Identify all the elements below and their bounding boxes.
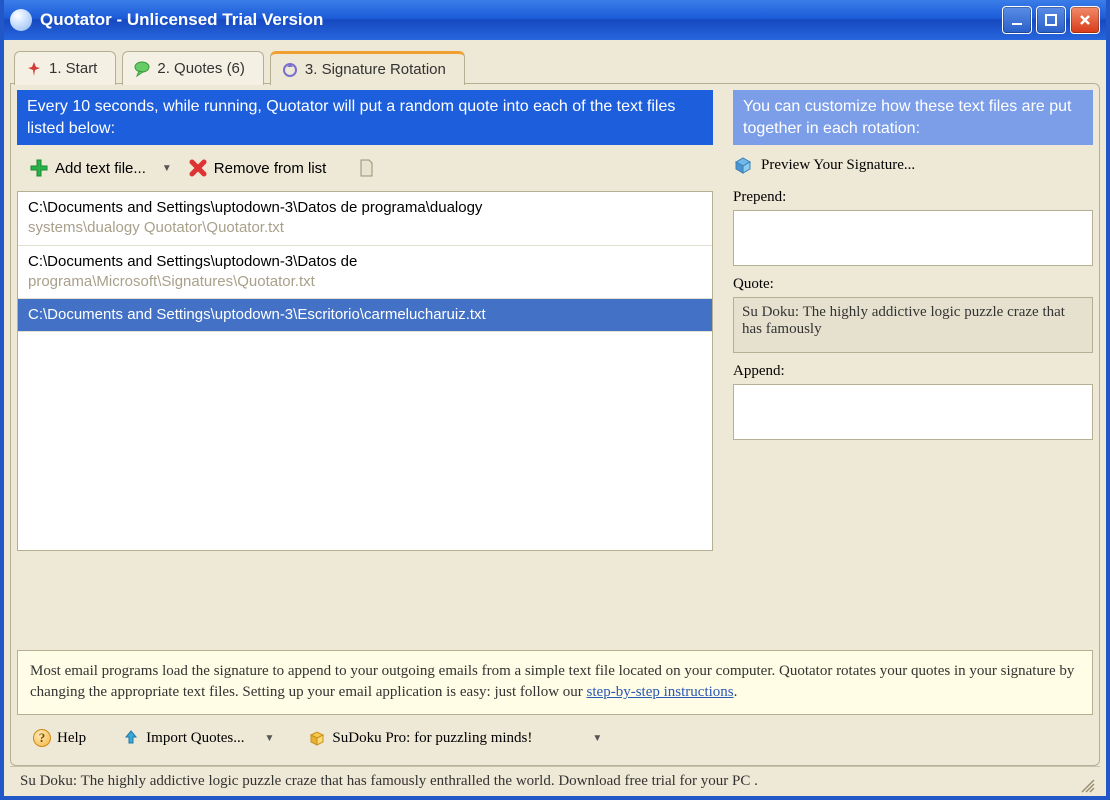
window-controls	[1002, 6, 1100, 34]
tab-start[interactable]: 1. Start	[14, 51, 116, 85]
quote-label: Quote:	[733, 276, 1093, 293]
add-text-file-button[interactable]: Add text file...	[23, 155, 152, 181]
resize-grip[interactable]	[1080, 778, 1096, 794]
tab-label: 2. Quotes (6)	[157, 60, 245, 77]
help-icon: ?	[33, 729, 51, 747]
file-path-line2: programa\Microsoft\Signatures\Quotator.t…	[28, 272, 702, 292]
file-path-line1: C:\Documents and Settings\uptodown-3\Esc…	[28, 305, 702, 325]
window-title: Quotator - Unlicensed Trial Version	[40, 10, 323, 30]
import-quotes-button[interactable]: Import Quotes...	[116, 727, 250, 749]
client-area: 1. Start 2. Quotes (6) 3. Signature Rota…	[4, 40, 1106, 796]
help-button[interactable]: ? Help	[27, 727, 92, 749]
status-text: Su Doku: The highly addictive logic puzz…	[20, 773, 758, 790]
append-label: Append:	[733, 363, 1093, 380]
tab-panel: Every 10 seconds, while running, Quotato…	[10, 83, 1100, 766]
remove-button-label: Remove from list	[214, 160, 327, 177]
left-column: Every 10 seconds, while running, Quotato…	[17, 90, 713, 636]
preview-signature-button[interactable]: Preview Your Signature...	[733, 145, 1093, 179]
tab-bar: 1. Start 2. Quotes (6) 3. Signature Rota…	[10, 46, 1100, 84]
quote-field: Su Doku: The highly addictive logic puzz…	[733, 297, 1093, 353]
info-text-after: .	[734, 684, 738, 700]
import-dropdown-arrow[interactable]: ▼	[261, 733, 279, 744]
preview-label: Preview Your Signature...	[761, 157, 915, 174]
rotation-icon	[281, 61, 299, 79]
file-path-line1: C:\Documents and Settings\uptodown-3\Dat…	[28, 198, 702, 218]
add-dropdown-arrow[interactable]: ▼	[158, 163, 176, 174]
box-icon	[733, 155, 753, 175]
prepend-input[interactable]	[733, 210, 1093, 266]
append-input[interactable]	[733, 384, 1093, 440]
x-icon	[188, 158, 208, 178]
cube-icon	[308, 729, 326, 747]
left-banner: Every 10 seconds, while running, Quotato…	[17, 90, 713, 145]
tab-signature-rotation[interactable]: 3. Signature Rotation	[270, 51, 465, 85]
import-label: Import Quotes...	[146, 730, 244, 747]
file-row[interactable]: C:\Documents and Settings\uptodown-3\Dat…	[18, 246, 712, 300]
minimize-button[interactable]	[1002, 6, 1032, 34]
speech-bubble-icon	[133, 60, 151, 78]
prepend-label: Prepend:	[733, 189, 1093, 206]
info-text-before: Most email programs load the signature t…	[30, 663, 1074, 701]
status-bar: Su Doku: The highly addictive logic puzz…	[10, 766, 1100, 796]
plus-icon	[29, 158, 49, 178]
tab-label: 1. Start	[49, 60, 97, 77]
close-button[interactable]	[1070, 6, 1100, 34]
blank-file-button[interactable]	[350, 155, 382, 181]
file-row[interactable]: C:\Documents and Settings\uptodown-3\Esc…	[18, 299, 712, 332]
help-label: Help	[57, 730, 86, 747]
import-icon	[122, 729, 140, 747]
add-button-label: Add text file...	[55, 160, 146, 177]
pin-icon	[25, 60, 43, 78]
promo-button[interactable]: SuDoku Pro: for puzzling minds!	[302, 727, 538, 749]
maximize-button[interactable]	[1036, 6, 1066, 34]
tab-quotes[interactable]: 2. Quotes (6)	[122, 51, 264, 85]
right-column: You can customize how these text files a…	[733, 90, 1093, 636]
file-path-line1: C:\Documents and Settings\uptodown-3\Dat…	[28, 252, 702, 272]
file-path-line2: systems\dualogy Quotator\Quotator.txt	[28, 218, 702, 238]
tab-label: 3. Signature Rotation	[305, 61, 446, 78]
app-icon	[10, 9, 32, 31]
titlebar[interactable]: Quotator - Unlicensed Trial Version	[4, 0, 1106, 40]
file-list[interactable]: C:\Documents and Settings\uptodown-3\Dat…	[17, 191, 713, 551]
instructions-link[interactable]: step-by-step instructions	[587, 684, 734, 700]
right-banner: You can customize how these text files a…	[733, 90, 1093, 145]
file-toolbar: Add text file... ▼ Remove from list	[17, 145, 713, 191]
footer-toolbar: ? Help Import Quotes... ▼ SuDoku Pro: fo…	[17, 715, 1093, 759]
info-box: Most email programs load the signature t…	[17, 650, 1093, 716]
app-window: Quotator - Unlicensed Trial Version 1. S…	[0, 0, 1110, 800]
file-row[interactable]: C:\Documents and Settings\uptodown-3\Dat…	[18, 192, 712, 246]
remove-from-list-button[interactable]: Remove from list	[182, 155, 333, 181]
promo-dropdown-arrow[interactable]: ▼	[588, 733, 606, 744]
document-icon	[356, 158, 376, 178]
promo-label: SuDoku Pro: for puzzling minds!	[332, 730, 532, 747]
